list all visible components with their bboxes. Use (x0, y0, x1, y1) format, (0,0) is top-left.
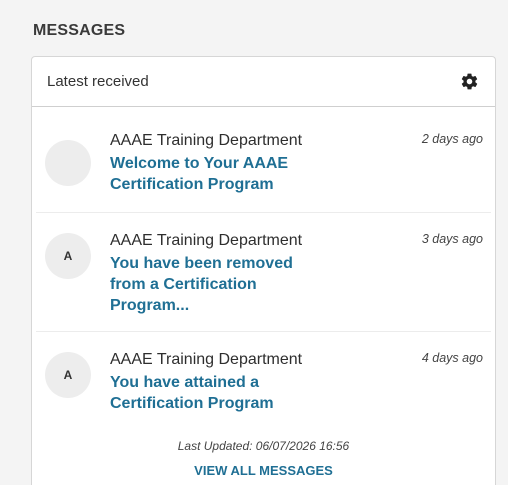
messages-section-title: MESSAGES (33, 22, 126, 39)
message-subject-link[interactable]: You have attained a Certification Progra… (110, 372, 325, 414)
message-time: 2 days ago (421, 132, 483, 146)
avatar (45, 140, 91, 186)
gear-icon[interactable] (459, 72, 479, 92)
message-item[interactable]: A AAAE Training Department You have been… (36, 213, 491, 332)
view-all-messages-link[interactable]: VIEW ALL MESSAGES (32, 463, 495, 478)
avatar: A (45, 233, 91, 279)
panel-header: Latest received (32, 57, 495, 107)
message-sender: AAAE Training Department (110, 132, 303, 149)
message-item[interactable]: A AAAE Training Department You have atta… (36, 332, 491, 436)
message-time: 4 days ago (421, 351, 483, 365)
avatar: A (45, 352, 91, 398)
message-subject-link[interactable]: Welcome to Your AAAE Certification Progr… (110, 153, 350, 195)
message-list: AAAE Training Department Welcome to Your… (32, 107, 495, 436)
latest-received-label: Latest received (47, 73, 149, 90)
message-sender: AAAE Training Department (110, 351, 303, 368)
message-item[interactable]: AAAE Training Department Welcome to Your… (36, 107, 491, 213)
message-time: 3 days ago (421, 232, 483, 246)
message-subject-link[interactable]: You have been removed from a Certificati… (110, 253, 325, 316)
last-updated-text: Last Updated: 06/07/2026 16:56 (177, 439, 350, 453)
message-sender: AAAE Training Department (110, 232, 303, 249)
messages-panel: Latest received AAAE Training Department… (31, 56, 496, 485)
